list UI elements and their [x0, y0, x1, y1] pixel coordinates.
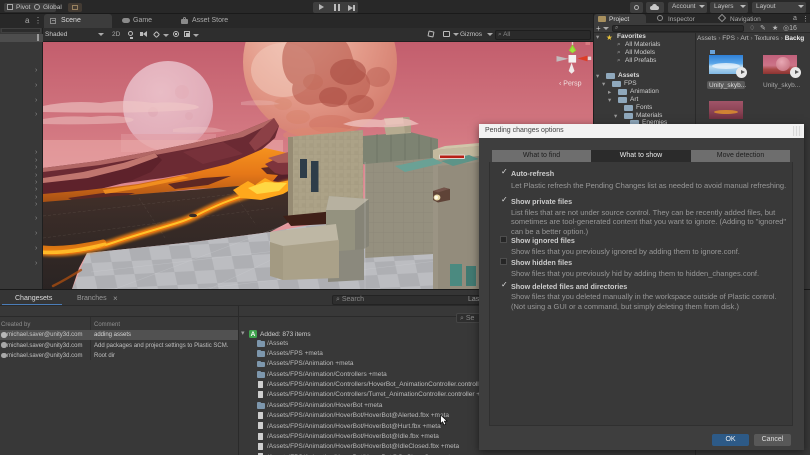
svg-text:‹ Persp: ‹ Persp	[559, 81, 582, 88]
